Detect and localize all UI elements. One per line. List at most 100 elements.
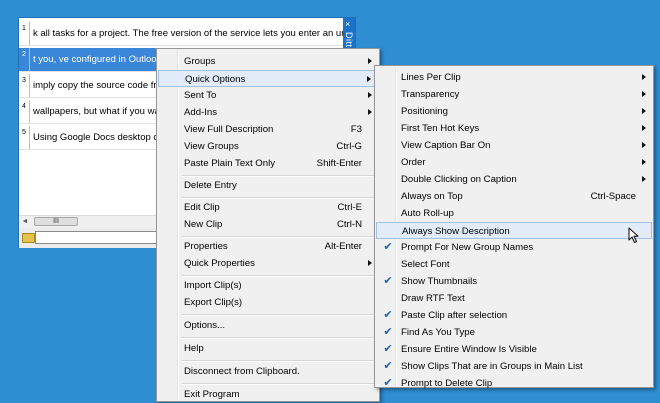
menu-item-label: Draw RTF Text xyxy=(401,293,465,304)
option-item-double-clicking-on-caption[interactable]: Double Clicking on Caption xyxy=(376,171,652,188)
submenu-arrow-icon xyxy=(642,142,646,148)
menu-separator xyxy=(182,383,377,385)
menu-item-label: Show Thumbnails xyxy=(401,276,478,287)
option-item-transparency[interactable]: Transparency xyxy=(376,86,652,103)
clip-item[interactable]: 1 k all tasks for a project. The free ver… xyxy=(19,22,345,46)
menu-item-label: Sent To xyxy=(184,90,217,101)
menu-item-label: Groups xyxy=(184,56,216,67)
menu-item-label: Exit Program xyxy=(184,389,240,400)
menu-separator xyxy=(182,337,377,339)
submenu-arrow-icon xyxy=(368,260,372,266)
menu-item-disconnect-from-clipboard[interactable]: Disconnect from Clipboard. xyxy=(158,363,378,380)
menu-item-label: Quick Options xyxy=(185,74,246,85)
option-item-paste-clip-after-selection[interactable]: ✔ Paste Clip after selection xyxy=(376,307,652,324)
option-item-show-clips-that-are-in-groups-in-main-list[interactable]: ✔ Show Clips That are in Groups in Main L… xyxy=(376,358,652,375)
menu-item-view-groups[interactable]: View Groups Ctrl-G xyxy=(158,138,378,155)
checkmark-icon: ✔ xyxy=(383,377,393,389)
clip-divider xyxy=(29,126,30,149)
menu-item-label: Show Clips That are in Groups in Main Li… xyxy=(401,361,583,372)
folder-icon[interactable] xyxy=(22,233,35,243)
menu-item-import-clip-s[interactable]: Import Clip(s) xyxy=(158,277,378,294)
menu-item-options[interactable]: Options... xyxy=(158,317,378,334)
menu-item-label: Paste Plain Text Only xyxy=(184,158,276,169)
menu-item-label: Find As You Type xyxy=(401,327,475,338)
menu-item-quick-properties[interactable]: Quick Properties xyxy=(158,255,378,272)
menu-item-label: Import Clip(s) xyxy=(184,280,242,291)
clip-text: k all tasks for a project. The free vers… xyxy=(33,28,345,39)
menu-item-groups[interactable]: Groups xyxy=(158,53,378,70)
menu-item-export-clip-s[interactable]: Export Clip(s) xyxy=(158,294,378,311)
menu-item-label: Paste Clip after selection xyxy=(401,310,508,321)
scroll-left-icon[interactable]: ◄ xyxy=(19,216,31,228)
menu-separator xyxy=(182,360,377,362)
menu-item-label: Always Show Description xyxy=(402,226,510,237)
option-item-positioning[interactable]: Positioning xyxy=(376,103,652,120)
option-item-auto-roll-up[interactable]: Auto Roll-up xyxy=(376,205,652,222)
menu-item-sent-to[interactable]: Sent To xyxy=(158,87,378,104)
submenu-arrow-icon xyxy=(368,109,372,115)
menu-item-label: First Ten Hot Keys xyxy=(401,123,480,134)
option-item-lines-per-clip[interactable]: Lines Per Clip xyxy=(376,69,652,86)
clip-number: 1 xyxy=(22,25,26,32)
menu-shortcut: Ctrl-G xyxy=(336,141,362,152)
menu-item-new-clip[interactable]: New Clip Ctrl-N xyxy=(158,216,378,233)
submenu-arrow-icon xyxy=(642,125,646,131)
menu-item-label: Positioning xyxy=(401,106,448,117)
submenu-arrow-icon xyxy=(367,76,371,82)
mouse-cursor-icon xyxy=(628,227,639,243)
checkmark-icon: ✔ xyxy=(383,241,393,253)
menu-item-properties[interactable]: Properties Alt-Enter xyxy=(158,238,378,255)
menu-item-label: Prompt For New Group Names xyxy=(401,242,534,253)
submenu-arrow-icon xyxy=(642,176,646,182)
menu-item-label: Edit Clip xyxy=(184,202,220,213)
menu-item-label: View Caption Bar On xyxy=(401,140,491,151)
option-item-first-ten-hot-keys[interactable]: First Ten Hot Keys xyxy=(376,120,652,137)
menu-shortcut: Ctrl-E xyxy=(337,202,362,213)
menu-item-label: New Clip xyxy=(184,219,223,230)
menu-item-exit-program[interactable]: Exit Program xyxy=(158,386,378,403)
menu-item-label: Always on Top xyxy=(401,191,463,202)
option-item-prompt-to-delete-clip[interactable]: ✔ Prompt to Delete Clip xyxy=(376,375,652,392)
menu-item-label: Help xyxy=(184,343,204,354)
clip-divider xyxy=(29,100,30,123)
option-item-always-on-top[interactable]: Always on Top Ctrl-Space xyxy=(376,188,652,205)
menu-shortcut: Alt-Enter xyxy=(324,241,362,252)
menu-separator xyxy=(182,314,377,316)
menu-item-edit-clip[interactable]: Edit Clip Ctrl-E xyxy=(158,199,378,216)
option-item-show-thumbnails[interactable]: ✔ Show Thumbnails xyxy=(376,273,652,290)
option-item-always-show-description[interactable]: Always Show Description xyxy=(376,222,652,239)
option-item-view-caption-bar-on[interactable]: View Caption Bar On xyxy=(376,137,652,154)
close-icon[interactable]: × xyxy=(345,20,350,29)
menu-item-label: Double Clicking on Caption xyxy=(401,174,517,185)
menu-item-help[interactable]: Help xyxy=(158,340,378,357)
option-item-ensure-entire-window-is-visible[interactable]: ✔ Ensure Entire Window Is Visible xyxy=(376,341,652,358)
menu-item-label: View Groups xyxy=(184,141,239,152)
option-item-select-font[interactable]: Select Font xyxy=(376,256,652,273)
option-item-draw-rtf-text[interactable]: Draw RTF Text xyxy=(376,290,652,307)
option-item-find-as-you-type[interactable]: ✔ Find As You Type xyxy=(376,324,652,341)
clip-divider xyxy=(29,48,30,71)
option-item-prompt-for-new-group-names[interactable]: ✔ Prompt For New Group Names xyxy=(376,239,652,256)
menu-shortcut: Ctrl-Space xyxy=(590,191,636,202)
scroll-thumb[interactable]: III xyxy=(34,217,78,226)
menu-item-label: View Full Description xyxy=(184,124,274,135)
menu-item-label: Export Clip(s) xyxy=(184,297,243,308)
menu-item-label: Lines Per Clip xyxy=(401,72,461,83)
menu-item-view-full-description[interactable]: View Full Description F3 xyxy=(158,121,378,138)
menu-item-label: Auto Roll-up xyxy=(401,208,454,219)
menu-item-label: Order xyxy=(401,157,426,168)
menu-item-label: Disconnect from Clipboard. xyxy=(184,366,300,377)
menu-item-label: Quick Properties xyxy=(184,258,255,269)
submenu-arrow-icon xyxy=(642,108,646,114)
checkmark-icon: ✔ xyxy=(383,275,393,287)
menu-shortcut: Shift-Enter xyxy=(316,158,362,169)
option-item-order[interactable]: Order xyxy=(376,154,652,171)
menu-item-quick-options[interactable]: Quick Options xyxy=(158,70,378,87)
menu-item-label: Transparency xyxy=(401,89,460,100)
submenu-arrow-icon xyxy=(642,159,646,165)
menu-item-delete-entry[interactable]: Delete Entry xyxy=(158,177,378,194)
checkmark-icon: ✔ xyxy=(383,326,393,338)
menu-item-label: Ensure Entire Window Is Visible xyxy=(401,344,537,355)
menu-item-add-ins[interactable]: Add-Ins xyxy=(158,104,378,121)
menu-item-paste-plain-text-only[interactable]: Paste Plain Text Only Shift-Enter xyxy=(158,155,378,172)
